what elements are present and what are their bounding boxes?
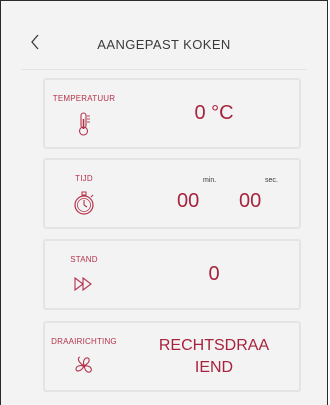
mode-label: STAND: [70, 255, 98, 264]
seconds-unit: sec.: [265, 177, 278, 184]
direction-value-line1: RECHTSDRAA: [158, 336, 270, 354]
time-value: 00 min. 00 sec.: [135, 160, 293, 227]
minutes-unit: min.: [203, 177, 217, 184]
seconds-value: 00: [239, 190, 262, 212]
stopwatch-icon: [71, 190, 97, 216]
temperature-value: 0 °C: [194, 102, 234, 124]
temperature-label: TEMPERATUUR: [52, 94, 116, 103]
temperature-card[interactable]: TEMPERATUUR 0 °C: [43, 78, 301, 149]
header: AANGEPAST KOKEN: [1, 1, 327, 67]
fan-icon: [71, 353, 97, 379]
header-divider: [21, 69, 307, 70]
time-label: TIJD: [75, 174, 93, 183]
direction-card[interactable]: DRAAIRICHTING RECHTSDRAA IEND: [43, 321, 301, 392]
minutes-value: 00: [177, 190, 200, 212]
mode-value: 0: [208, 263, 220, 285]
mode-card[interactable]: STAND 0: [43, 239, 301, 310]
direction-label: DRAAIRICHTING: [51, 337, 117, 346]
app-screen: AANGEPAST KOKEN TEMPERATUUR 0 °C TIJD 00…: [0, 0, 328, 405]
page-title: AANGEPAST KOKEN: [97, 37, 231, 52]
direction-value: RECHTSDRAA IEND: [135, 323, 293, 390]
direction-value-line2: IEND: [194, 358, 234, 376]
time-card[interactable]: TIJD 00 min. 00 sec.: [43, 158, 301, 229]
fast-forward-icon: [71, 271, 97, 297]
thermometer-icon: [71, 111, 97, 137]
